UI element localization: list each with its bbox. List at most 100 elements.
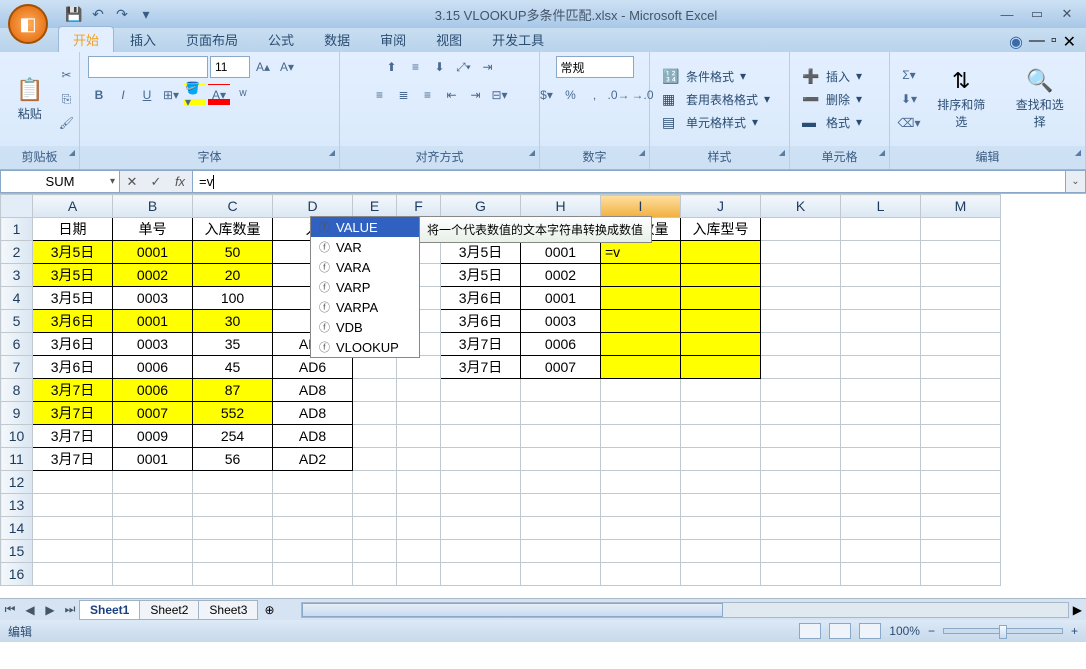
cell-J8[interactable] <box>681 379 761 402</box>
cell-J13[interactable] <box>681 494 761 517</box>
cell-C8[interactable]: 87 <box>193 379 273 402</box>
cut-icon[interactable]: ✂ <box>55 64 77 86</box>
cell-M10[interactable] <box>921 425 1001 448</box>
cell-F9[interactable] <box>397 402 441 425</box>
ribbon-tab-0[interactable]: 开始 <box>58 26 114 52</box>
cell-E16[interactable] <box>353 563 397 586</box>
cell-K8[interactable] <box>761 379 841 402</box>
cell-K15[interactable] <box>761 540 841 563</box>
cell-C16[interactable] <box>193 563 273 586</box>
autocomplete-item-varpa[interactable]: ⓕVARPA <box>311 297 419 317</box>
cell-G16[interactable] <box>441 563 521 586</box>
cell-I15[interactable] <box>601 540 681 563</box>
cell-K3[interactable] <box>761 264 841 287</box>
cell-M7[interactable] <box>921 356 1001 379</box>
cell-M2[interactable] <box>921 241 1001 264</box>
autocomplete-item-vlookup[interactable]: ⓕVLOOKUP <box>311 337 419 357</box>
col-header-I[interactable]: I <box>601 195 681 218</box>
accept-formula-icon[interactable]: ✓ <box>144 174 168 190</box>
cell-M13[interactable] <box>921 494 1001 517</box>
cell-G4[interactable]: 3月6日 <box>441 287 521 310</box>
cell-H10[interactable] <box>521 425 601 448</box>
cell-A7[interactable]: 3月6日 <box>33 356 113 379</box>
cell-E12[interactable] <box>353 471 397 494</box>
cell-L9[interactable] <box>841 402 921 425</box>
fill-icon[interactable]: ⬇▾ <box>898 88 920 110</box>
cell-H5[interactable]: 0003 <box>521 310 601 333</box>
cell-K6[interactable] <box>761 333 841 356</box>
cell-A14[interactable] <box>33 517 113 540</box>
cell-M3[interactable] <box>921 264 1001 287</box>
autocomplete-item-vara[interactable]: ⓕVARA <box>311 257 419 277</box>
autocomplete-item-var[interactable]: ⓕVAR <box>311 237 419 257</box>
cell-M15[interactable] <box>921 540 1001 563</box>
cell-F10[interactable] <box>397 425 441 448</box>
normal-view-icon[interactable] <box>799 623 821 639</box>
cell-L10[interactable] <box>841 425 921 448</box>
zoom-in-icon[interactable]: + <box>1071 624 1078 638</box>
cell-J14[interactable] <box>681 517 761 540</box>
cell-A16[interactable] <box>33 563 113 586</box>
cell-A15[interactable] <box>33 540 113 563</box>
italic-button[interactable]: I <box>112 84 134 106</box>
cell-H2[interactable]: 0001 <box>521 241 601 264</box>
cell-F15[interactable] <box>397 540 441 563</box>
cell-G9[interactable] <box>441 402 521 425</box>
cell-C9[interactable]: 552 <box>193 402 273 425</box>
cell-B13[interactable] <box>113 494 193 517</box>
cell-L3[interactable] <box>841 264 921 287</box>
cell-B14[interactable] <box>113 517 193 540</box>
cell-J15[interactable] <box>681 540 761 563</box>
maximize-icon[interactable]: ▭ <box>1026 5 1048 23</box>
cell-D16[interactable] <box>273 563 353 586</box>
cell-I4[interactable] <box>601 287 681 310</box>
minimize-icon[interactable]: — <box>996 5 1018 23</box>
cell-H8[interactable] <box>521 379 601 402</box>
doc-restore-icon[interactable]: ▫ <box>1051 32 1057 52</box>
cell-F8[interactable] <box>397 379 441 402</box>
align-middle-icon[interactable]: ≡ <box>405 56 427 78</box>
row-header-6[interactable]: 6 <box>1 333 33 356</box>
formula-input[interactable]: =v <box>193 170 1066 193</box>
align-top-icon[interactable]: ⬆ <box>381 56 403 78</box>
copy-icon[interactable]: ⎘ <box>55 88 77 110</box>
help-icon[interactable]: ◉ <box>1009 32 1023 52</box>
cell-I9[interactable] <box>601 402 681 425</box>
cell-L8[interactable] <box>841 379 921 402</box>
row-header-16[interactable]: 16 <box>1 563 33 586</box>
cell-C15[interactable] <box>193 540 273 563</box>
row-header-4[interactable]: 4 <box>1 287 33 310</box>
cell-C2[interactable]: 50 <box>193 241 273 264</box>
cell-D11[interactable]: AD2 <box>273 448 353 471</box>
cell-G5[interactable]: 3月6日 <box>441 310 521 333</box>
cell-G6[interactable]: 3月7日 <box>441 333 521 356</box>
cell-D8[interactable]: AD8 <box>273 379 353 402</box>
page-break-view-icon[interactable] <box>859 623 881 639</box>
cell-F12[interactable] <box>397 471 441 494</box>
align-center-icon[interactable]: ≣ <box>393 84 415 106</box>
comma-icon[interactable]: , <box>584 84 606 106</box>
sheet-nav-prev-icon[interactable]: ◀ <box>20 600 40 620</box>
cell-J1[interactable]: 入库型号 <box>681 218 761 241</box>
row-header-3[interactable]: 3 <box>1 264 33 287</box>
zoom-out-icon[interactable]: − <box>928 624 935 638</box>
cell-A6[interactable]: 3月6日 <box>33 333 113 356</box>
cell-F16[interactable] <box>397 563 441 586</box>
cell-A11[interactable]: 3月7日 <box>33 448 113 471</box>
cell-H12[interactable] <box>521 471 601 494</box>
cell-K12[interactable] <box>761 471 841 494</box>
cell-G13[interactable] <box>441 494 521 517</box>
cell-L15[interactable] <box>841 540 921 563</box>
fill-color-button[interactable]: 🪣▾ <box>184 84 206 106</box>
increase-font-icon[interactable]: A▴ <box>252 56 274 78</box>
cell-I13[interactable] <box>601 494 681 517</box>
cell-H16[interactable] <box>521 563 601 586</box>
row-header-2[interactable]: 2 <box>1 241 33 264</box>
cell-E14[interactable] <box>353 517 397 540</box>
cell-M11[interactable] <box>921 448 1001 471</box>
ribbon-tab-2[interactable]: 页面布局 <box>172 27 252 52</box>
cell-M5[interactable] <box>921 310 1001 333</box>
underline-button[interactable]: U <box>136 84 158 106</box>
cell-C3[interactable]: 20 <box>193 264 273 287</box>
format-painter-icon[interactable]: 🖌 <box>55 112 77 134</box>
